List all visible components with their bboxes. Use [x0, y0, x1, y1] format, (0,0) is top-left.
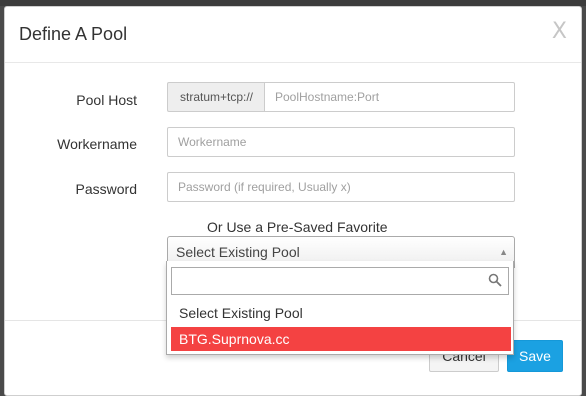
dropdown-option-select-existing[interactable]: Select Existing Pool	[171, 301, 511, 325]
pool-host-input[interactable]	[264, 82, 515, 112]
close-icon[interactable]: X	[552, 19, 567, 44]
pool-dropdown: Select Existing Pool BTG.Suprnova.cc	[166, 261, 514, 355]
dropdown-option-btg-suprnova[interactable]: BTG.Suprnova.cc	[171, 327, 511, 351]
workername-input[interactable]	[167, 127, 515, 157]
save-button[interactable]: Save	[507, 340, 563, 372]
pool-host-prefix: stratum+tcp://	[167, 82, 265, 112]
modal-title: Define A Pool	[19, 24, 128, 44]
search-icon	[488, 273, 502, 287]
dropdown-search[interactable]	[171, 267, 509, 295]
password-label: Password	[75, 181, 137, 197]
favorite-heading: Or Use a Pre-Saved Favorite	[207, 219, 388, 235]
modal-header: Define A Pool X	[5, 7, 581, 63]
existing-pool-selected-value: Select Existing Pool	[176, 244, 300, 260]
password-input[interactable]	[167, 172, 515, 202]
workername-label: Workername	[57, 136, 137, 152]
pool-host-label: Pool Host	[76, 92, 137, 108]
